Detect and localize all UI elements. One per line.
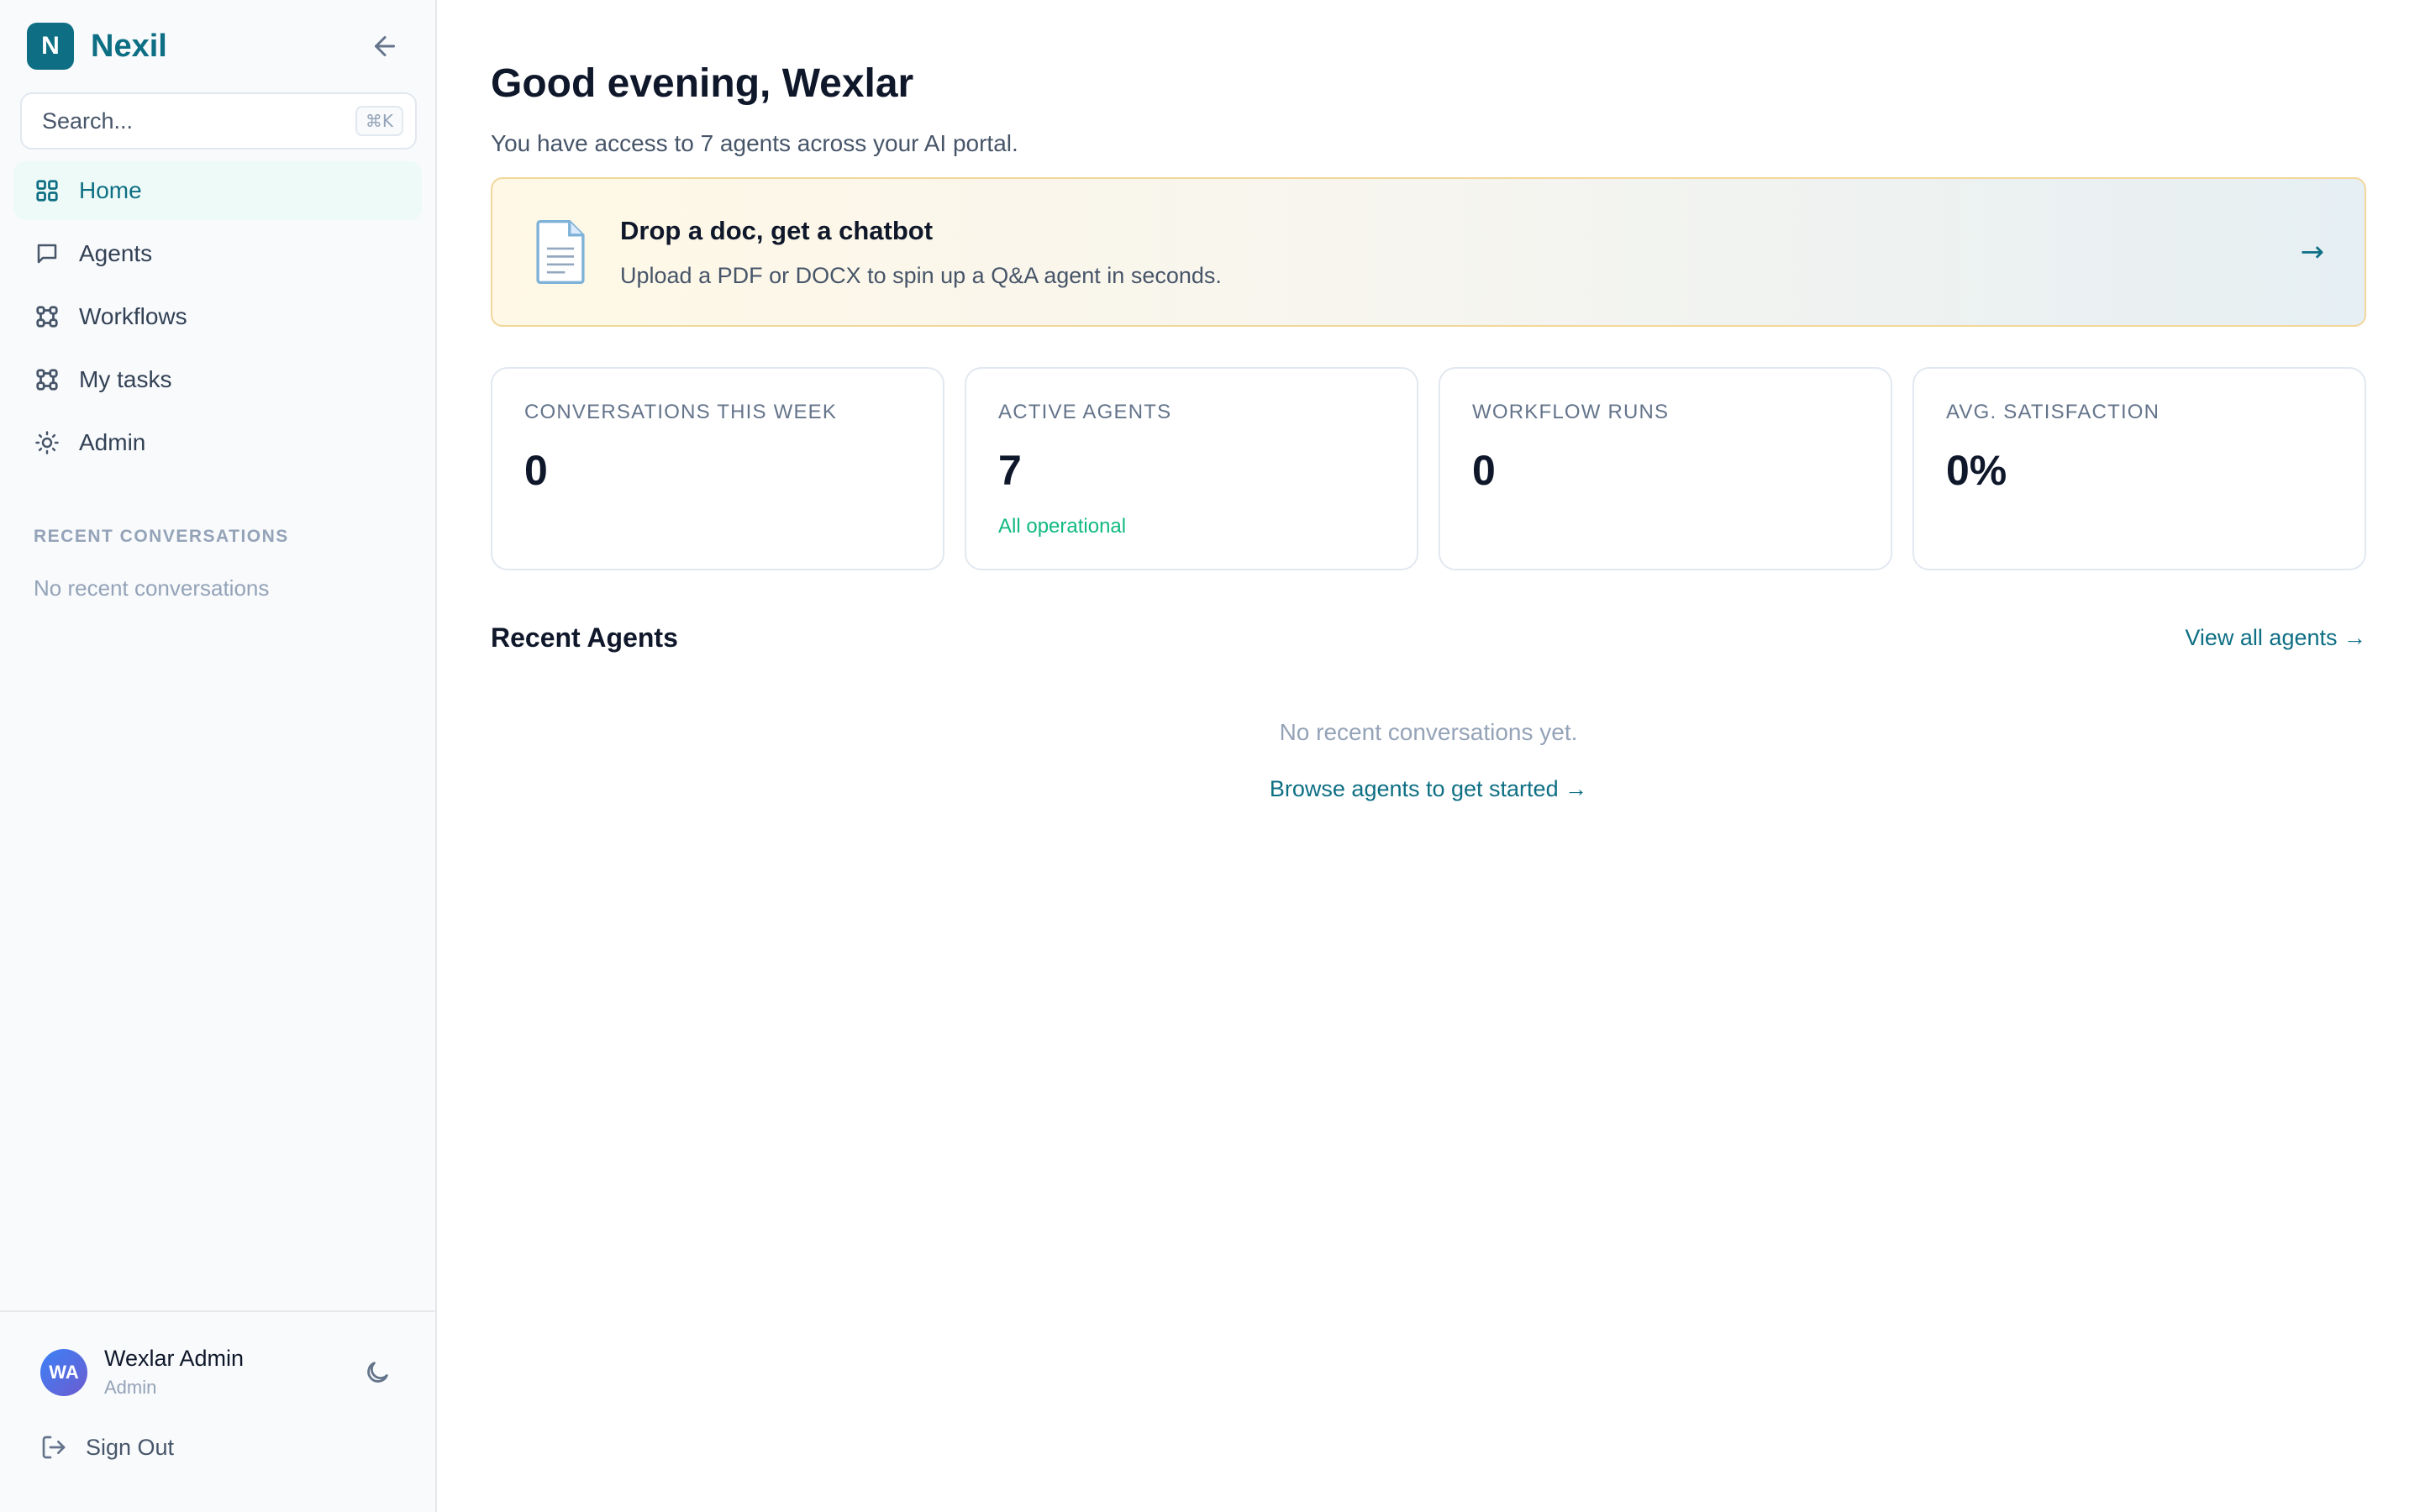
avatar[interactable]: WA	[40, 1348, 87, 1396]
recent-agents-empty-state: No recent conversations yet. Browse agen…	[491, 719, 2366, 802]
sidebar-item-my-tasks[interactable]: My tasks	[13, 350, 422, 409]
logout-icon	[42, 1436, 66, 1459]
sidebar-footer: WA Wexlar Admin Admin Sign Out	[0, 1310, 435, 1512]
recent-conversations-empty: No recent conversations	[34, 575, 270, 601]
document-icon	[536, 220, 585, 284]
app-root: N Nexil ⌘K	[0, 0, 2420, 1512]
user-role: Admin	[104, 1377, 157, 1398]
status-note: All operational	[998, 515, 1127, 538]
sidebar-item-label: Agents	[79, 240, 153, 266]
sidebar-item-label: Workflows	[79, 303, 187, 329]
view-all-agents-link[interactable]: View all agents →	[2185, 625, 2366, 651]
empty-state-text: No recent conversations yet.	[1279, 719, 1578, 745]
sidebar-item-agents[interactable]: Agents	[13, 224, 422, 283]
user-name: Wexlar Admin	[104, 1346, 245, 1371]
sidebar-nav: Home Agents Workflows My tasks Admin	[0, 150, 435, 476]
arrow-left-icon	[375, 36, 395, 56]
sidebar-item-workflows[interactable]: Workflows	[13, 287, 422, 346]
stat-card-conversations: CONVERSATIONS THIS WEEK 0	[491, 367, 944, 570]
main-content: Good evening, Wexlar You have access to …	[437, 0, 2420, 1512]
workflow-icon	[34, 303, 60, 330]
recent-agents-header: Recent Agents View all agents →	[491, 622, 2366, 654]
chat-bubble-icon	[34, 240, 60, 267]
search-shortcut-badge: ⌘K	[355, 106, 403, 136]
sidebar-item-home[interactable]: Home	[13, 161, 422, 220]
banner-description: Upload a PDF or DOCX to spin up a Q&A ag…	[620, 262, 1222, 288]
page-title: Good evening, Wexlar	[491, 61, 914, 106]
sidebar-item-label: Admin	[79, 429, 146, 455]
brand-name: Nexil	[91, 28, 167, 64]
moon-icon	[367, 1361, 388, 1383]
grid-icon	[34, 177, 60, 204]
arrow-right-icon[interactable]: →	[2301, 235, 2325, 269]
brand-row: N Nexil	[0, 0, 435, 92]
upload-doc-banner[interactable]: Drop a doc, get a chatbot Upload a PDF o…	[491, 177, 2366, 327]
sign-out-label: Sign Out	[86, 1434, 175, 1460]
sign-out-button[interactable]: Sign Out	[0, 1434, 435, 1461]
banner-title: Drop a doc, get a chatbot	[620, 215, 934, 245]
stat-label: AVG. SATISFACTION	[1946, 401, 2160, 423]
stat-value: 7	[998, 447, 1022, 494]
banner-text: Drop a doc, get a chatbot Upload a PDF o…	[620, 216, 1222, 289]
stat-card-satisfaction: AVG. SATISFACTION 0%	[1912, 367, 2366, 570]
recent-conversations-heading: RECENT CONVERSATIONS	[34, 527, 289, 546]
user-info: Wexlar Admin Admin	[104, 1346, 356, 1399]
brand[interactable]: N Nexil	[27, 23, 167, 70]
browse-agents-link[interactable]: Browse agents to get started →	[1270, 776, 1587, 802]
sidebar-item-admin[interactable]: Admin	[13, 413, 422, 472]
brand-logo: N	[27, 23, 74, 70]
sidebar-item-label: My tasks	[79, 366, 172, 392]
page-subtitle: You have access to 7 agents across your …	[491, 130, 1018, 156]
stat-card-workflow-runs: WORKFLOW RUNS 0	[1439, 367, 1892, 570]
search-box: ⌘K	[20, 92, 417, 150]
user-row: WA Wexlar Admin Admin	[0, 1312, 435, 1399]
stat-card-active-agents: ACTIVE AGENTS 7 All operational	[965, 367, 1418, 570]
stat-value: 0	[1472, 447, 1496, 494]
stats-row: CONVERSATIONS THIS WEEK 0 ACTIVE AGENTS …	[491, 367, 2366, 570]
sidebar-item-label: Home	[79, 177, 142, 203]
stat-label: CONVERSATIONS THIS WEEK	[524, 401, 838, 423]
collapse-sidebar-button[interactable]	[361, 23, 408, 70]
stat-value: 0%	[1946, 447, 2007, 494]
stat-label: WORKFLOW RUNS	[1472, 401, 1670, 423]
sidebar: N Nexil ⌘K	[0, 0, 437, 1512]
theme-toggle-button[interactable]	[356, 1352, 398, 1394]
stat-label: ACTIVE AGENTS	[998, 401, 1172, 423]
search-input[interactable]	[42, 108, 345, 134]
stat-value: 0	[524, 447, 548, 494]
tasks-icon	[34, 366, 60, 393]
sun-gear-icon	[34, 429, 60, 456]
search-wrap: ⌘K	[0, 92, 435, 150]
recent-agents-title: Recent Agents	[491, 622, 678, 653]
